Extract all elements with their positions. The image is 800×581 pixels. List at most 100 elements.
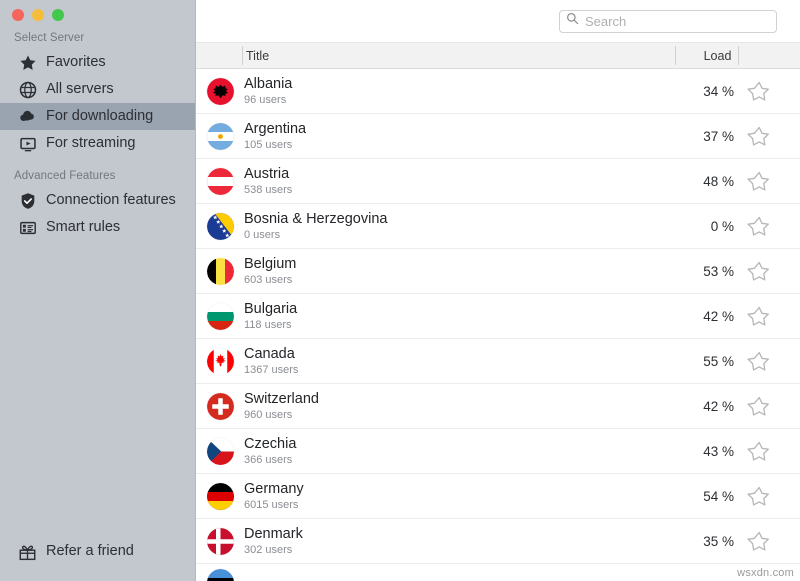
flag-icon [207, 527, 234, 555]
flag-icon [207, 122, 234, 150]
main-panel: Title Load Albania96 users34 %Argentina1… [196, 0, 800, 581]
table-row[interactable]: Argentina 105 users 37 % [196, 114, 800, 159]
sidebar-item-label: Connection features [46, 191, 176, 208]
favorite-star-icon[interactable] [746, 124, 770, 148]
country-name: Albania [244, 75, 293, 92]
country-name: Czechia [244, 435, 297, 452]
country-name: Bulgaria [244, 300, 298, 317]
watermark: wsxdn.com [737, 567, 794, 579]
column-separator[interactable] [242, 46, 243, 65]
load-value: 42 % [703, 398, 734, 414]
country-flag-at [207, 167, 234, 195]
favorite-star-icon[interactable] [746, 484, 770, 508]
user-count: 105 users [244, 138, 293, 151]
search-input[interactable] [585, 13, 770, 29]
sidebar-item-label: Favorites [46, 53, 106, 70]
user-count: 0 users [244, 228, 281, 241]
table-row[interactable]: Switzerland 960 users 42 % [196, 384, 800, 429]
column-separator[interactable] [675, 46, 676, 65]
sidebar-item-smart-rules[interactable]: Smart rules [0, 214, 195, 241]
sidebar-item-label: For downloading [46, 107, 154, 124]
app-window: Select Server Favorites All servers For … [0, 0, 800, 581]
flag-icon [207, 347, 234, 375]
sidebar-section-label-select-server: Select Server [14, 32, 85, 44]
country-name: Denmark [244, 525, 303, 542]
country-name: Germany [244, 480, 304, 497]
country-name: Canada [244, 345, 295, 362]
favorite-star-icon[interactable] [746, 304, 770, 328]
country-flag-bg [207, 302, 234, 330]
load-value: 37 % [703, 128, 734, 144]
user-count: 118 users [244, 318, 292, 331]
load-value: 0 % [710, 218, 734, 234]
maximize-window-button[interactable] [52, 9, 64, 21]
favorite-star-icon[interactable] [746, 394, 770, 418]
favorite-star-icon[interactable] [746, 169, 770, 193]
server-info: Czechia 366 users [244, 436, 296, 466]
load-value: 43 % [703, 443, 734, 459]
flag-icon [207, 392, 234, 420]
flag-icon [207, 482, 234, 510]
favorite-star-icon[interactable] [746, 349, 770, 373]
load-value: 48 % [703, 173, 734, 189]
flag-icon [207, 77, 234, 105]
table-row[interactable]: Bosnia & Herzegovina 0 users 0 % [196, 204, 800, 249]
country-flag-ca [207, 347, 234, 375]
user-count: 538 users [244, 183, 293, 196]
load-value: 35 % [703, 533, 734, 549]
user-count: 960 users [244, 408, 293, 421]
country-flag-ba [207, 212, 234, 240]
table-row[interactable]: Belgium 603 users 53 % [196, 249, 800, 294]
flag-icon [207, 212, 234, 240]
minimize-window-button[interactable] [32, 9, 44, 21]
server-list[interactable]: Albania 96 users 34 % Argentina 105 users 37 … [196, 69, 800, 581]
gift-icon [18, 543, 37, 562]
server-info: Germany 6015 users [244, 481, 304, 511]
country-flag-al [207, 77, 234, 105]
favorite-star-icon[interactable] [746, 259, 770, 283]
column-header-title[interactable]: Title [246, 43, 269, 68]
user-count: 603 users [244, 273, 293, 286]
user-count: 6015 users [244, 498, 299, 511]
search-box[interactable] [559, 9, 777, 33]
country-flag-be [207, 257, 234, 285]
sidebar-item-favorites[interactable]: Favorites [0, 49, 195, 76]
country-flag-ar [207, 122, 234, 150]
rules-list-icon [18, 218, 37, 237]
table-row[interactable]: Austria 538 users 48 % [196, 159, 800, 204]
favorite-star-icon[interactable] [746, 439, 770, 463]
table-row[interactable]: Canada 1367 users 55 % [196, 339, 800, 384]
favorite-star-icon[interactable] [746, 79, 770, 103]
table-row[interactable]: Bulgaria 118 users 42 % [196, 294, 800, 339]
column-separator[interactable] [738, 46, 739, 65]
flag-icon [207, 302, 234, 330]
load-value: 34 % [703, 83, 734, 99]
globe-icon [18, 80, 37, 99]
window-traffic-lights [0, 0, 195, 28]
sidebar-item-for-downloading[interactable]: For downloading [0, 103, 195, 130]
table-row[interactable]: Germany 6015 users 54 % [196, 474, 800, 519]
table-row[interactable]: Albania 96 users 34 % [196, 69, 800, 114]
sidebar-item-all-servers[interactable]: All servers [0, 76, 195, 103]
table-row[interactable]: Denmark 302 users 35 % [196, 519, 800, 564]
table-row[interactable]: Czechia 366 users 43 % [196, 429, 800, 474]
sidebar-item-for-streaming[interactable]: For streaming [0, 130, 195, 157]
toolbar [196, 0, 800, 43]
close-window-button[interactable] [12, 9, 24, 21]
sidebar-item-connection-features[interactable]: Connection features [0, 187, 195, 214]
server-info: Argentina 105 users [244, 121, 306, 151]
load-value: 42 % [703, 308, 734, 324]
refer-a-friend-button[interactable]: Refer a friend [0, 539, 134, 565]
country-name: Argentina [244, 120, 307, 137]
table-row[interactable] [196, 564, 800, 581]
country-name: Bosnia & Herzegovina [244, 210, 388, 227]
country-flag-dk [207, 527, 234, 555]
load-value: 55 % [703, 353, 734, 369]
server-info: Bulgaria 118 users [244, 301, 297, 331]
server-info: Belgium 603 users [244, 256, 296, 286]
country-flag-ee [207, 569, 234, 581]
search-icon [566, 12, 579, 30]
favorite-star-icon[interactable] [746, 529, 770, 553]
favorite-star-icon[interactable] [746, 214, 770, 238]
server-info: Canada 1367 users [244, 346, 298, 376]
